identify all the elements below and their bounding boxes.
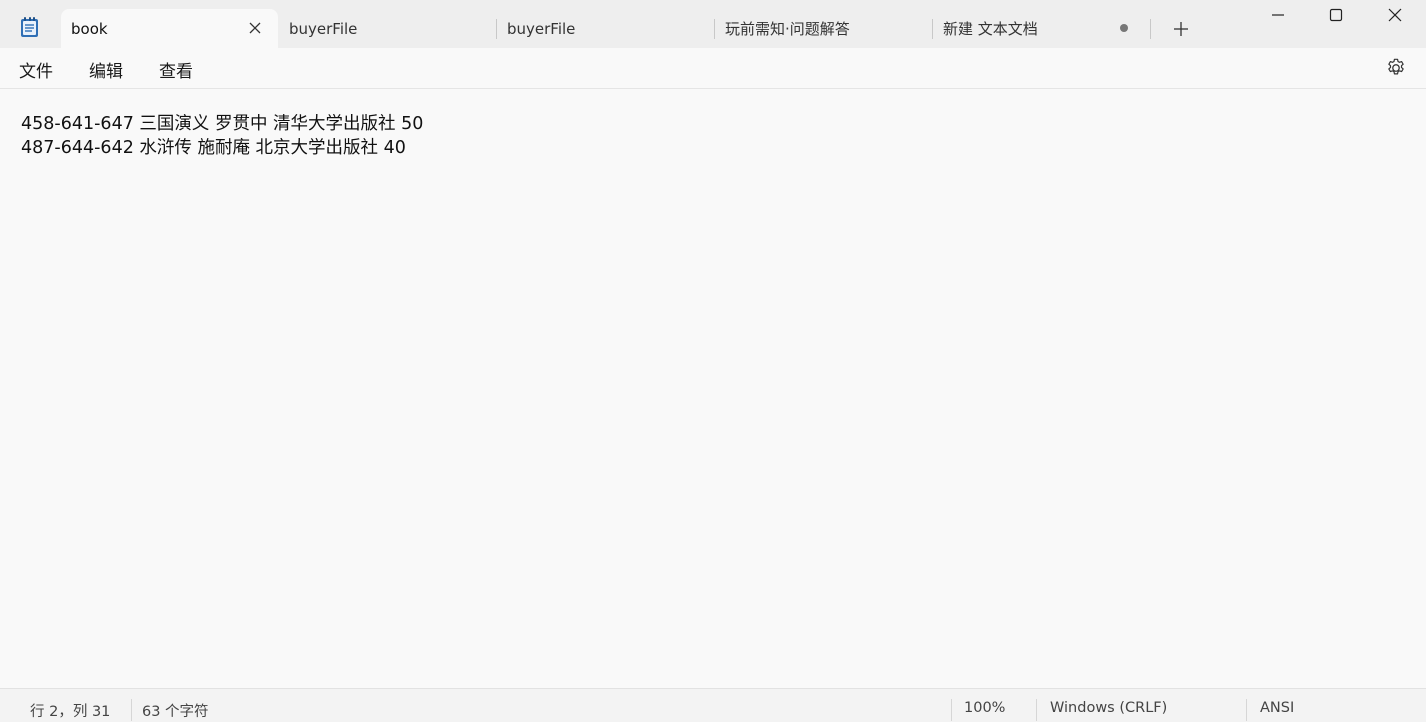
menu-bar: 文件 编辑 查看	[0, 48, 1426, 89]
status-divider	[1246, 699, 1247, 721]
close-icon	[1388, 8, 1402, 22]
tab-faq[interactable]: 玩前需知·问题解答	[725, 9, 850, 48]
menu-view[interactable]: 查看	[159, 57, 193, 82]
tab-new-document[interactable]: 新建 文本文档	[943, 9, 1038, 48]
tab-label: book	[71, 19, 108, 38]
tab-divider	[496, 19, 497, 39]
tab-divider	[714, 19, 715, 39]
tab-label: 新建 文本文档	[943, 20, 1038, 38]
status-bar: 行 2，列 31 63 个字符 100% Windows (CRLF) ANSI	[0, 688, 1426, 722]
status-divider	[131, 699, 132, 721]
tab-label: 玩前需知·问题解答	[725, 20, 850, 38]
tab-label: buyerFile	[507, 19, 576, 38]
close-window-button[interactable]	[1366, 0, 1424, 32]
tab-buyerfile-1[interactable]: buyerFile	[289, 9, 357, 48]
minimize-icon	[1272, 14, 1284, 16]
menu-file[interactable]: 文件	[19, 57, 53, 82]
menu-edit[interactable]: 编辑	[89, 57, 123, 82]
notepad-app-icon	[20, 16, 40, 38]
maximize-button[interactable]	[1307, 0, 1365, 32]
encoding[interactable]: ANSI	[1260, 700, 1294, 716]
maximize-icon	[1329, 8, 1343, 22]
minimize-button[interactable]	[1249, 0, 1307, 32]
unsaved-dot-icon	[1120, 24, 1128, 32]
zoom-level[interactable]: 100%	[964, 700, 1005, 716]
editor-line-2: 487-644-642 水浒传 施耐庵 北京大学出版社 40	[21, 138, 406, 158]
tab-divider	[1150, 19, 1151, 39]
tab-book[interactable]: book	[61, 9, 278, 48]
tab-buyerfile-2[interactable]: buyerFile	[507, 9, 575, 48]
gear-icon	[1388, 58, 1404, 75]
line-ending[interactable]: Windows (CRLF)	[1050, 700, 1167, 716]
status-divider	[951, 699, 952, 721]
new-tab-button[interactable]	[1170, 18, 1192, 40]
close-icon[interactable]	[246, 19, 264, 37]
editor-line-1: 458-641-647 三国演义 罗贯中 清华大学出版社 50	[21, 114, 424, 134]
settings-button[interactable]	[1385, 57, 1407, 79]
char-count: 63 个字符	[142, 704, 209, 720]
status-divider	[1036, 699, 1037, 721]
tab-divider	[932, 19, 933, 39]
title-bar: book buyerFile buyerFile 玩前需知·问题解答 新建 文本…	[0, 0, 1426, 48]
text-editor[interactable]: 458-641-647 三国演义 罗贯中 清华大学出版社 50 487-644-…	[0, 90, 1426, 688]
tab-label: buyerFile	[289, 19, 358, 38]
cursor-position: 行 2，列 31	[30, 704, 111, 720]
